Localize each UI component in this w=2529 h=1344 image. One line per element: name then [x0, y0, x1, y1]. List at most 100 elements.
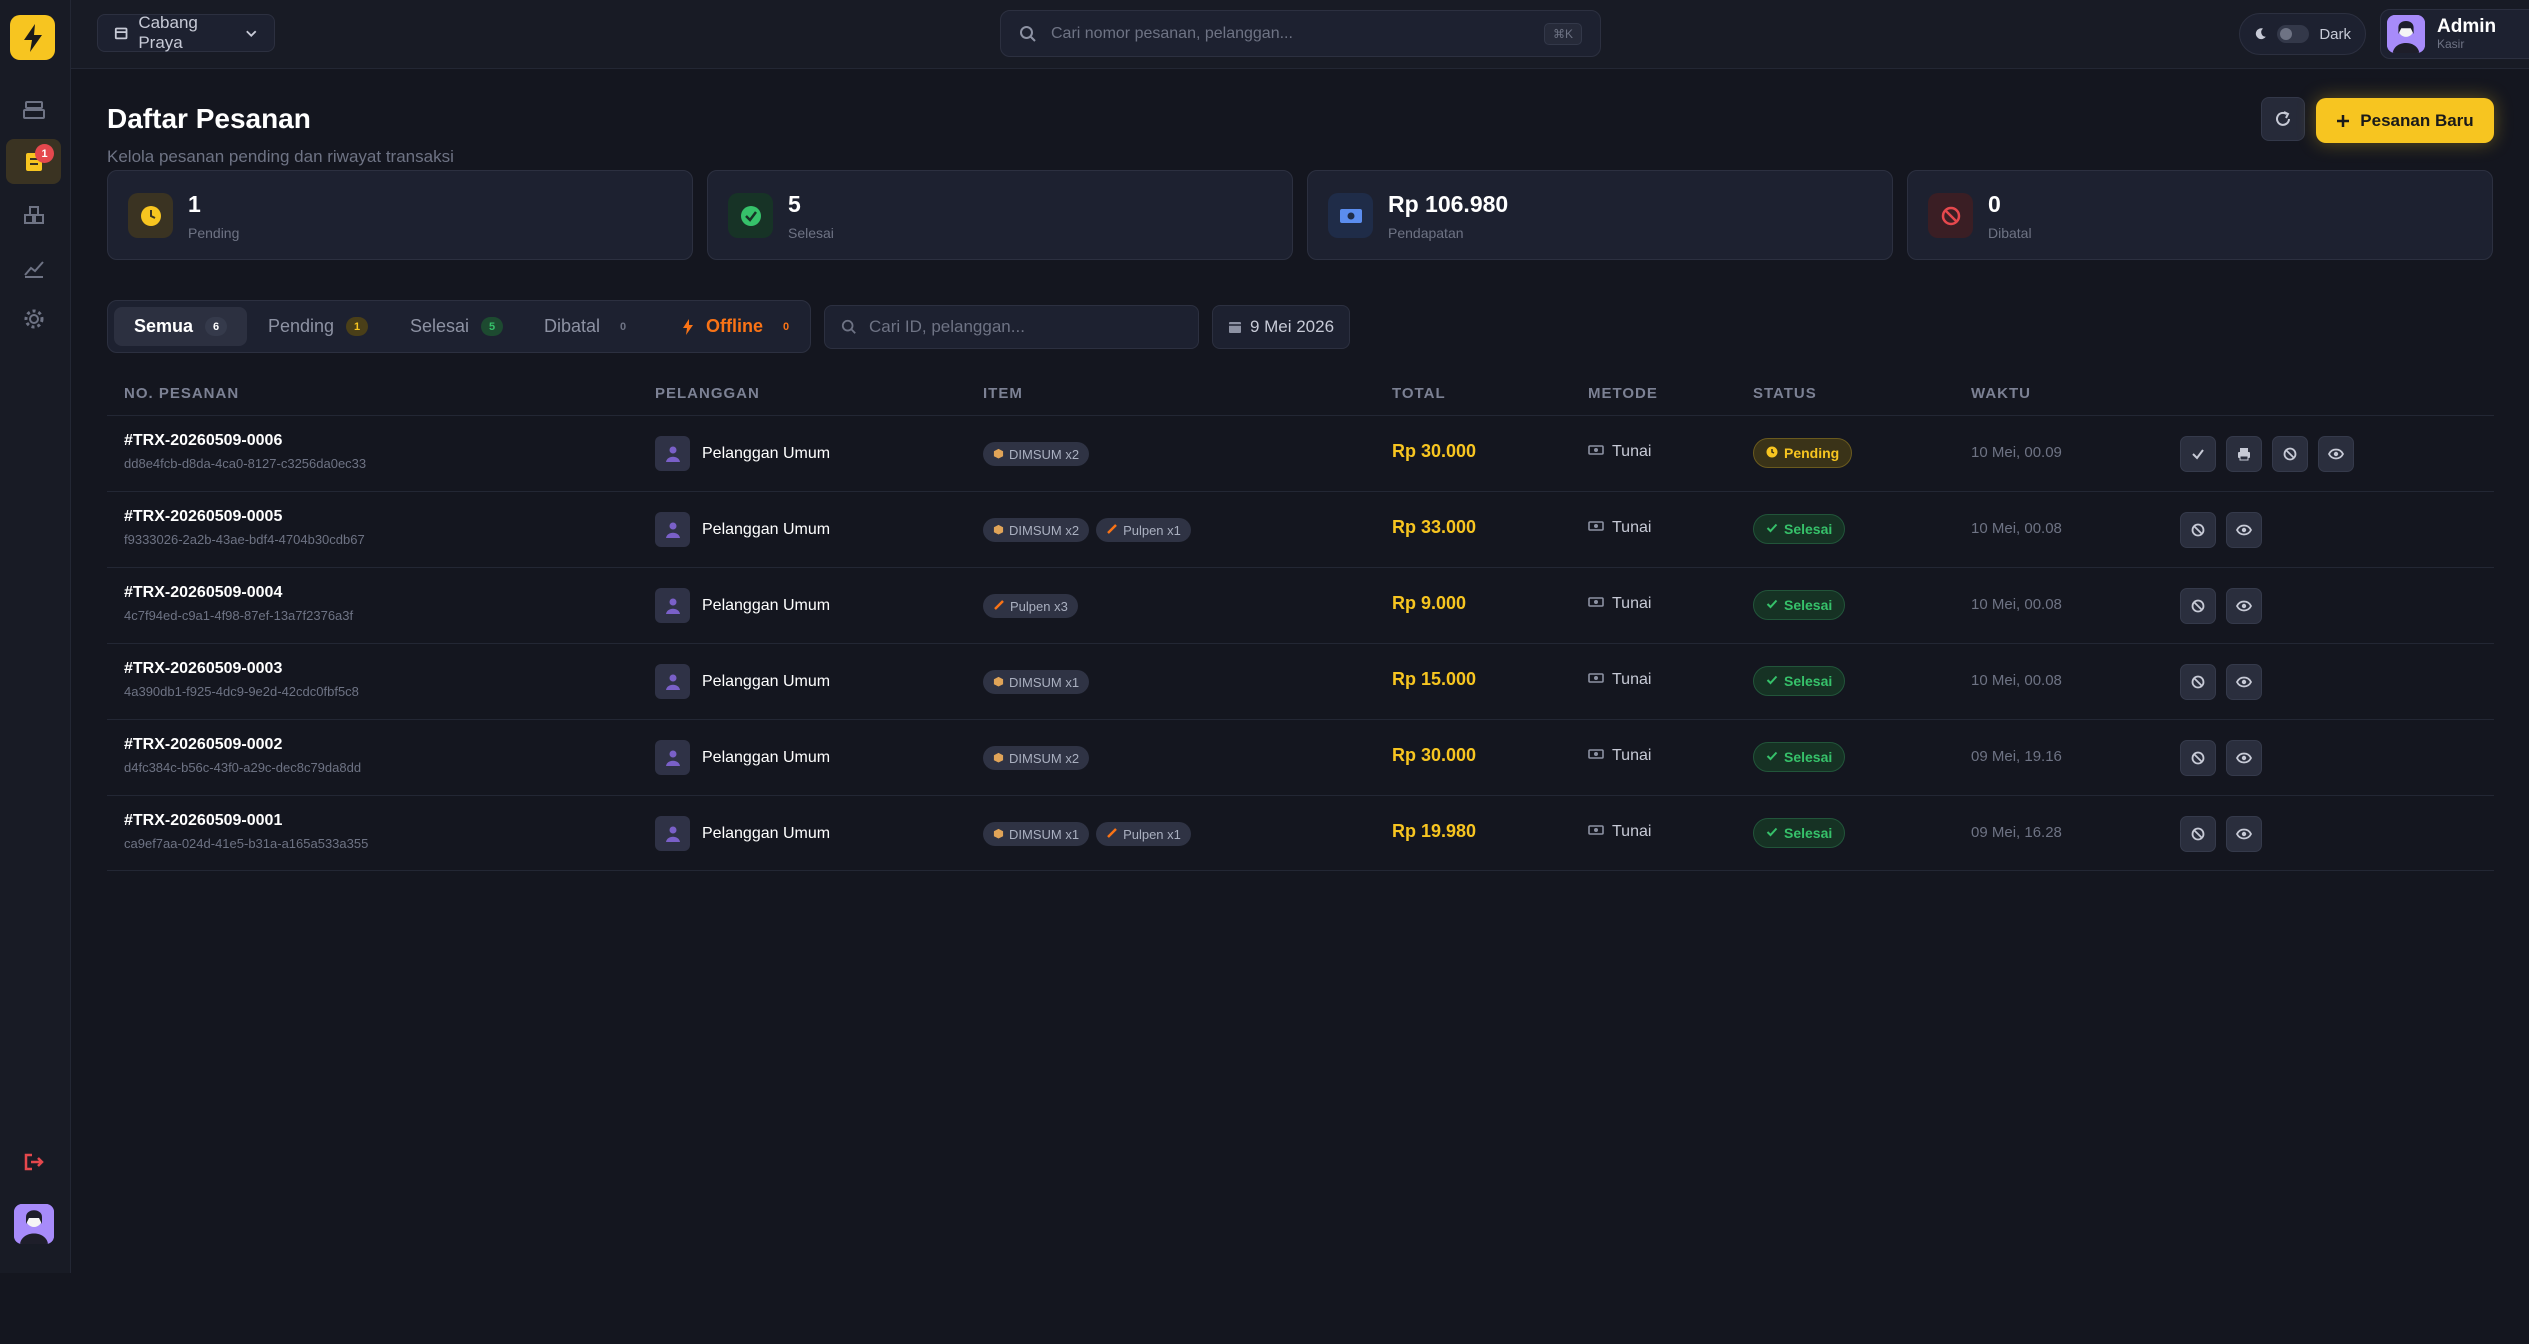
new-order-button[interactable]: Pesanan Baru: [2316, 98, 2494, 143]
cancel-order-ban-icon[interactable]: [2180, 512, 2216, 548]
view-order-eye-icon[interactable]: [2226, 816, 2262, 852]
refresh-icon: [2276, 111, 2290, 126]
user-icon: [655, 740, 690, 775]
items-cell: Pulpen x3: [983, 594, 1078, 618]
stat-label: Pendapatan: [1388, 225, 1464, 241]
chevron-down-icon: [246, 30, 257, 37]
table-row[interactable]: #TRX-20260509-0002 d4fc384c-b56c-43f0-a2…: [107, 719, 2494, 795]
sidebar-avatar[interactable]: [14, 1204, 54, 1244]
item-chip: Pulpen x3: [983, 594, 1078, 618]
print-receipt-icon[interactable]: [2226, 436, 2262, 472]
tab-label: Offline: [706, 316, 763, 336]
lightning-logo-icon[interactable]: [10, 15, 55, 60]
nav-settings-gear-icon[interactable]: [6, 296, 61, 341]
view-order-eye-icon[interactable]: [2318, 436, 2354, 472]
view-order-eye-icon[interactable]: [2226, 512, 2262, 548]
status-badge: Pending: [1753, 438, 1853, 468]
cancel-order-ban-icon[interactable]: [2272, 436, 2308, 472]
status-label: Selesai: [1784, 825, 1833, 841]
order-search-input[interactable]: Cari ID, pelanggan...: [824, 305, 1199, 349]
global-search-input[interactable]: Cari nomor pesanan, pelanggan... ⌘K: [1000, 10, 1601, 57]
cash-icon: [1588, 823, 1604, 841]
view-order-eye-icon[interactable]: [2226, 588, 2262, 624]
user-icon: [655, 588, 690, 623]
order-uuid: ca9ef7aa-024d-41e5-b31a-a165a533a355: [124, 836, 369, 851]
check-icon: [1766, 673, 1778, 689]
col-header-items[interactable]: ITEM: [983, 385, 1023, 402]
tab-label: Selesai: [410, 316, 470, 336]
customer-cell: Pelanggan Umum: [655, 588, 830, 623]
cancel-order-ban-icon[interactable]: [2180, 588, 2216, 624]
refresh-button[interactable]: [2261, 97, 2305, 141]
theme-switch[interactable]: [2276, 25, 2310, 43]
theme-toggle[interactable]: Dark: [2239, 13, 2366, 55]
box-icon: [993, 827, 1004, 842]
col-header-method[interactable]: METODE: [1588, 385, 1658, 402]
row-actions: [2180, 588, 2262, 624]
view-order-eye-icon[interactable]: [2226, 740, 2262, 776]
table-row[interactable]: #TRX-20260509-0001 ca9ef7aa-024d-41e5-b3…: [107, 795, 2494, 871]
tab-label: Dibatal: [544, 316, 601, 336]
tab-count: 6: [205, 317, 228, 336]
logout-icon[interactable]: [6, 1139, 61, 1184]
order-time: 10 Mei, 00.09: [1971, 444, 2062, 461]
customer-name: Pelanggan Umum: [702, 596, 831, 614]
order-time: 10 Mei, 00.08: [1971, 672, 2062, 689]
status-label: Selesai: [1784, 521, 1833, 537]
nav-orders-icon[interactable]: 1: [6, 139, 61, 184]
clock-icon: [128, 193, 173, 238]
branch-selector[interactable]: Cabang Praya: [97, 13, 275, 52]
user-role: Kasir: [2437, 37, 2465, 51]
view-order-eye-icon[interactable]: [2226, 664, 2262, 700]
table-row[interactable]: #TRX-20260509-0005 f9333026-2a2b-43ae-bd…: [107, 491, 2494, 567]
tab-all[interactable]: Semua 6: [114, 307, 248, 346]
user-icon: [655, 816, 690, 851]
method-label: Tunai: [1612, 747, 1652, 764]
method-label: Tunai: [1612, 443, 1652, 460]
complete-order-check-icon[interactable]: [2180, 436, 2216, 472]
cancel-order-ban-icon[interactable]: [2180, 816, 2216, 852]
cancel-order-ban-icon[interactable]: [2180, 664, 2216, 700]
table-row[interactable]: #TRX-20260509-0003 4a390db1-f925-4dc9-9e…: [107, 643, 2494, 719]
order-total: Rp 15.000: [1392, 669, 1477, 689]
calendar-icon: [1228, 322, 1241, 333]
item-chip: DIMSUM x2: [983, 518, 1090, 542]
item-chip: DIMSUM x1: [983, 822, 1090, 846]
tab-offline[interactable]: Offline 0: [662, 307, 817, 346]
stat-value: 0: [1988, 191, 2001, 217]
table-row[interactable]: #TRX-20260509-0006 dd8e4fcb-d8da-4ca0-81…: [107, 415, 2494, 491]
nav-products-icon[interactable]: [6, 192, 61, 237]
nav-reports-icon[interactable]: [6, 245, 61, 290]
search-placeholder: Cari ID, pelanggan...: [869, 317, 1025, 336]
item-label: DIMSUM x1: [1009, 674, 1080, 690]
user-menu[interactable]: Admin Kasir: [2380, 9, 2529, 59]
status-label: Pending: [1784, 445, 1840, 461]
col-header-status[interactable]: STATUS: [1753, 385, 1817, 402]
top-header: Cabang Praya Cari nomor pesanan, pelangg…: [71, 0, 2529, 69]
method-label: Tunai: [1612, 823, 1652, 840]
payment-method: Tunai: [1588, 595, 1651, 613]
user-name: Admin: [2437, 16, 2497, 37]
col-header-order[interactable]: NO. PESANAN: [124, 385, 239, 402]
status-badge: Selesai: [1753, 818, 1846, 848]
avatar: [2387, 15, 2425, 53]
tab-pending[interactable]: Pending 1: [248, 307, 388, 346]
order-total: Rp 9.000: [1392, 593, 1467, 613]
nav-pos-icon[interactable]: [6, 86, 61, 131]
col-header-total[interactable]: TOTAL: [1392, 385, 1446, 402]
search-icon: [1020, 25, 1036, 42]
stat-label: Pending: [188, 225, 240, 241]
tab-done[interactable]: Selesai 5: [390, 307, 523, 346]
order-uuid: dd8e4fcb-d8da-4ca0-8127-c3256da0ec33: [124, 456, 367, 471]
tab-cancelled[interactable]: Dibatal 0: [524, 307, 654, 346]
order-total: Rp 19.980: [1392, 821, 1477, 841]
order-uuid: 4a390db1-f925-4dc9-9e2d-42cdc0fbf5c8: [124, 684, 359, 699]
col-header-time[interactable]: WAKTU: [1971, 385, 2031, 402]
date-filter-button[interactable]: 9 Mei 2026: [1212, 305, 1350, 349]
cancel-order-ban-icon[interactable]: [2180, 740, 2216, 776]
col-header-customer[interactable]: PELANGGAN: [655, 385, 760, 402]
pen-icon: [1106, 827, 1118, 842]
item-label: DIMSUM x2: [1009, 522, 1080, 538]
status-badge: Selesai: [1753, 590, 1846, 620]
table-row[interactable]: #TRX-20260509-0004 4c7f94ed-c9a1-4f98-87…: [107, 567, 2494, 643]
